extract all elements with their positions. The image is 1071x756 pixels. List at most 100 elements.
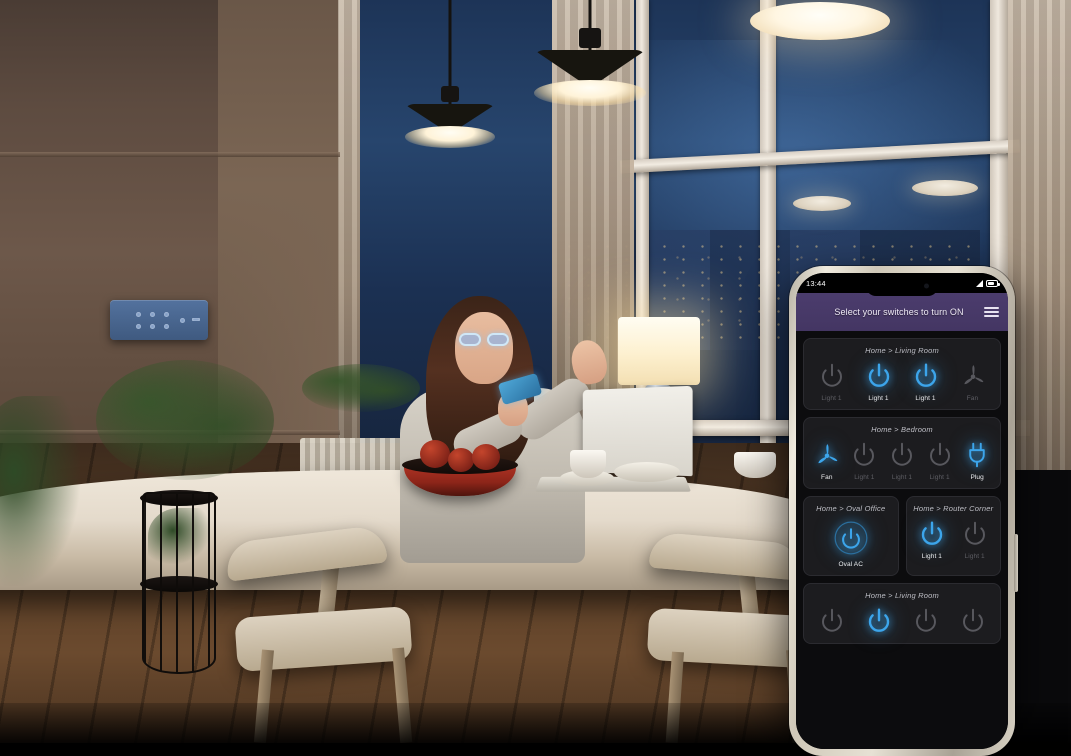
saucer-secondary [614,462,680,482]
card-breadcrumb-title: Home > Living Room [865,591,939,600]
wall-switch-button[interactable] [164,324,169,329]
fruit-apple [420,440,450,468]
switch-toggle-light-1[interactable]: Light 1 [846,440,884,481]
fruit-apple [448,448,474,472]
switch-label: Light 1 [921,553,942,560]
window-plants [302,364,420,412]
switch-cards-list[interactable]: Home > Living Room Light 1 Light 1 Light 1F… [796,331,1008,749]
signal-triangle-icon [976,279,983,287]
power-icon[interactable] [911,361,941,391]
switch-toggle-light-1[interactable]: Light 1 [855,361,902,402]
card-row-pair: Home > Oval Office Oval AC Home > Router C… [803,496,1001,583]
curtain-far-right [1008,0,1071,470]
switch-label: Light 1 [929,474,950,481]
coffee-cup-secondary [734,452,776,478]
switch-row: Light 1 Light 1 Light 1 Fan [808,361,996,402]
wall-switch-button[interactable] [136,324,141,329]
switch-toggle-oval-ac[interactable]: Oval AC [808,519,894,568]
ceiling-light-far-1 [793,196,851,211]
switch-toggle-light-1[interactable]: Light 1 [902,361,949,402]
switch-label: Light 1 [854,474,875,481]
switch-card: Home > Living Room [803,583,1001,644]
switch-label: Oval AC [838,561,864,568]
fan-icon[interactable] [812,440,842,470]
smartphone-mockup: 13:44 Select your switches to turn ON Ho… [789,266,1018,756]
wall-switch-button[interactable] [180,318,185,323]
person-glasses [487,333,509,346]
plant-stand [142,492,216,674]
switch-label: Light 1 [964,553,985,560]
wall-switch-panel[interactable] [110,300,208,340]
power-circle-icon[interactable] [832,519,870,557]
switch-toggle-light-1[interactable]: Light 1 [883,440,921,481]
power-icon[interactable] [849,440,879,470]
switch-label: Fan [821,474,833,481]
wall-switch-button[interactable] [150,324,155,329]
phone-notch [866,276,938,296]
ceiling-light-far-2 [912,180,978,196]
power-icon[interactable] [925,440,955,470]
battery-icon [986,279,1000,287]
switch-label: Light 1 [915,395,936,402]
switch-toggle-light-1[interactable]: Light 1 [921,440,959,481]
fruit-apple [472,444,500,470]
pendant-lamp-right [750,2,890,40]
switch-label: Fan [966,395,979,402]
power-icon[interactable] [817,361,847,391]
card-breadcrumb-title: Home > Oval Office [816,504,886,513]
phone-power-button[interactable] [1014,534,1018,592]
switch-toggle-unlabeled[interactable] [949,606,996,636]
app-header-title: Select your switches to turn ON [834,307,964,317]
power-icon[interactable] [958,606,988,636]
wall-switch-button[interactable] [164,312,169,317]
plug-icon[interactable] [962,440,992,470]
hamburger-menu-icon[interactable] [984,307,999,317]
wall-switch-button[interactable] [150,312,155,317]
card-breadcrumb-title: Home > Router Corner [913,504,994,513]
switch-toggle-fan[interactable]: Fan [808,440,846,481]
switch-toggle-unlabeled[interactable] [855,606,902,636]
switch-toggle-light-1[interactable]: Light 1 [953,519,996,560]
switch-row: Fan Light 1 Light 1 Light 1 Plug [808,440,996,481]
switch-row [808,606,996,636]
app-header: Select your switches to turn ON [796,293,1008,331]
switch-card: Home > Oval Office Oval AC [803,496,899,576]
switch-row: Oval AC [808,519,894,568]
switch-card: Home > Living Room Light 1 Light 1 Light 1 F… [803,338,1001,410]
card-breadcrumb-title: Home > Living Room [865,346,939,355]
switch-label: Light 1 [821,395,842,402]
power-icon[interactable] [864,361,894,391]
card-breadcrumb-title: Home > Bedroom [871,425,933,434]
table-lamp-shade [618,317,700,385]
wall-switch-indicator [192,318,200,321]
status-bar-time: 13:44 [806,278,826,288]
front-camera-icon [924,283,929,289]
switch-card: Home > Bedroom Fan Light 1 Light 1 Light 1 Pl… [803,417,1001,489]
person-glasses [459,333,481,346]
wall-switch-button[interactable] [136,312,141,317]
switch-toggle-unlabeled[interactable] [902,606,949,636]
power-icon[interactable] [887,440,917,470]
coffee-cup [570,450,606,478]
switch-toggle-fan[interactable]: Fan [949,361,996,402]
power-icon[interactable] [960,519,990,549]
power-icon[interactable] [817,606,847,636]
window-mullion [760,0,776,470]
power-icon[interactable] [911,606,941,636]
switch-label: Light 1 [891,474,913,481]
switch-toggle-light-1[interactable]: Light 1 [911,519,954,560]
person-face [455,312,513,384]
fan-icon[interactable] [958,361,988,391]
fern-plant [96,360,274,480]
switch-toggle-plug[interactable]: Plug [958,440,996,481]
phone-screen: 13:44 Select your switches to turn ON Ho… [796,273,1008,749]
switch-card: Home > Router Corner Light 1 Light 1 [905,496,1001,576]
power-icon[interactable] [917,519,947,549]
switch-row: Light 1 Light 1 [911,519,997,560]
power-icon[interactable] [864,606,894,636]
wall-moulding [0,152,340,157]
switch-label: Light 1 [868,395,889,402]
switch-toggle-light-1[interactable]: Light 1 [808,361,855,402]
switch-label: Plug [970,474,984,481]
switch-toggle-unlabeled[interactable] [808,606,855,636]
